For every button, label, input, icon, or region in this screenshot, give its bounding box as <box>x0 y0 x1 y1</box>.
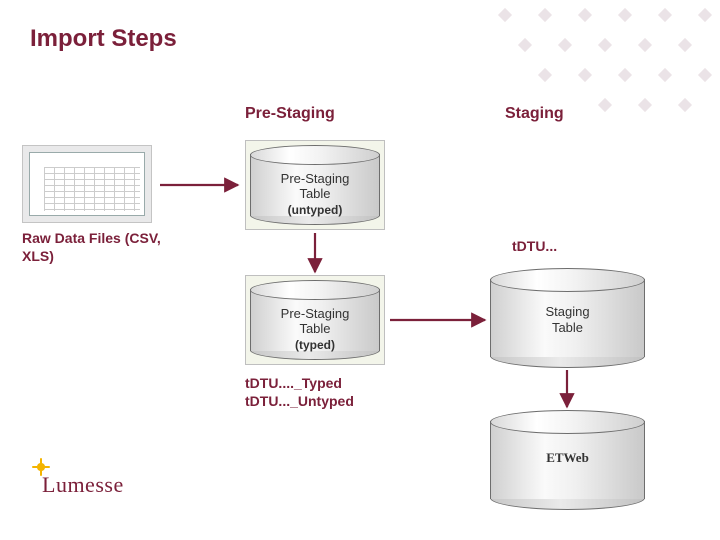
brand-logo: Lumesse <box>42 472 124 498</box>
raw-data-caption: Raw Data Files (CSV, XLS) <box>22 230 192 265</box>
label-line: Pre-Staging <box>281 306 350 321</box>
raw-data-thumbnail <box>22 145 152 223</box>
label-line: Table <box>299 321 330 336</box>
label-line: Table <box>552 320 583 335</box>
cylinder-prestaging-typed: Pre-Staging Table (typed) <box>245 275 385 365</box>
annotation-typed-names: tDTU...._Typed tDTU..._Untyped <box>245 375 354 410</box>
brand-logo-text: Lumesse <box>42 472 124 497</box>
cylinder-prestaging-untyped: Pre-Staging Table (untyped) <box>245 140 385 230</box>
heading-staging: Staging <box>505 105 564 123</box>
page-title: Import Steps <box>30 25 177 53</box>
cylinder-staging: Staging Table <box>490 268 645 368</box>
label-subline: (typed) <box>295 338 335 352</box>
cylinder-etweb: ETWeb <box>490 410 645 510</box>
decorative-diamond-pattern <box>460 0 720 140</box>
label-line: Staging <box>545 304 589 319</box>
annotation-staging-prefix: tDTU... <box>512 238 557 256</box>
heading-prestaging: Pre-Staging <box>245 105 335 123</box>
spark-icon <box>34 460 48 474</box>
label-line: Table <box>299 186 330 201</box>
label-line: Pre-Staging <box>281 171 350 186</box>
label-subline: (untyped) <box>288 203 343 217</box>
label-line: ETWeb <box>546 450 589 465</box>
slide: Import Steps Pre-Staging Staging Raw Dat… <box>0 0 720 540</box>
